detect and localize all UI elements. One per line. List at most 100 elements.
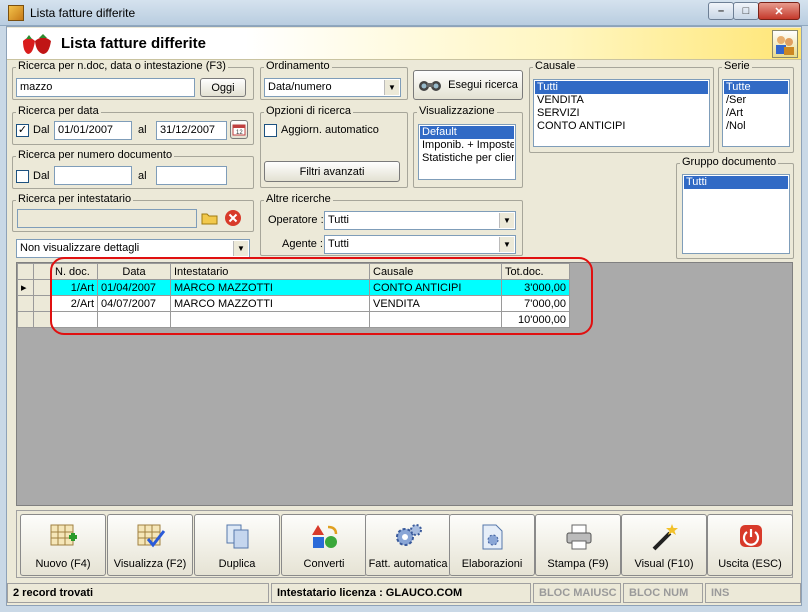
title-bar[interactable]: Lista fatture differite – □ ✕ xyxy=(0,0,808,26)
new-button[interactable]: Nuovo (F4) xyxy=(20,514,106,576)
number-to-label: al xyxy=(138,170,147,182)
status-bar: 2 record trovati Intestatario licenza : … xyxy=(7,583,801,603)
cell-tot: 3'000,00 xyxy=(501,279,570,296)
visual-button[interactable]: Visual (F10) xyxy=(621,514,707,576)
causale-list[interactable]: Tutti VENDITA SERVIZI CONTO ANTICIPI xyxy=(533,79,710,147)
row-header xyxy=(17,295,34,312)
col-intestatario[interactable]: Intestatario xyxy=(170,263,370,280)
other-searches-label: Altre ricerche xyxy=(264,193,333,205)
col-ndoc[interactable]: N. doc. xyxy=(51,263,98,280)
date-from-label: Dal xyxy=(33,124,50,136)
serie-label: Serie xyxy=(722,60,752,72)
col-causale[interactable]: Causale xyxy=(369,263,502,280)
new-button-label: Nuovo (F4) xyxy=(35,558,91,570)
auto-invoice-button[interactable]: Fatt. automatica xyxy=(365,514,451,576)
search-input[interactable]: mazzo xyxy=(16,78,195,97)
search-number-label: Ricerca per numero documento xyxy=(16,149,175,161)
print-button-label: Stampa (F9) xyxy=(547,558,609,570)
auto-update-checkbox[interactable] xyxy=(264,124,277,137)
date-filter-checkbox[interactable]: ✓ xyxy=(16,124,29,137)
number-from-label: Dal xyxy=(33,170,50,182)
convert-icon xyxy=(312,525,338,548)
cell-empty xyxy=(97,311,171,328)
auto-invoice-button-label: Fatt. automatica xyxy=(368,558,448,570)
serie-item-art[interactable]: /Art xyxy=(724,107,788,120)
calendar-button[interactable]: 12 xyxy=(230,120,248,139)
exit-button-label: Uscita (ESC) xyxy=(718,558,782,570)
window-title: Lista fatture differite xyxy=(30,6,136,20)
indicator-header xyxy=(33,263,52,280)
cell-data: 04/07/2007 xyxy=(97,295,171,312)
today-button[interactable]: Oggi xyxy=(200,78,246,97)
power-icon xyxy=(740,525,762,547)
printer-icon xyxy=(566,524,592,550)
print-button[interactable]: Stampa (F9) xyxy=(535,514,621,576)
causale-item-conto-anticipi[interactable]: CONTO ANTICIPI xyxy=(535,120,708,133)
doc-group-label: Gruppo documento xyxy=(680,156,779,168)
processing-button-label: Elaborazioni xyxy=(461,558,523,570)
operator-combo[interactable]: Tutti ▼ xyxy=(324,211,516,230)
strawberry-logo-icon xyxy=(23,34,51,54)
holder-input[interactable] xyxy=(17,209,197,228)
record-count: 2 record trovati xyxy=(7,583,269,603)
col-data[interactable]: Data xyxy=(97,263,171,280)
col-tot[interactable]: Tot.doc. xyxy=(501,263,570,280)
causale-label: Causale xyxy=(533,60,578,72)
table-row[interactable]: ▸ 1/Art 01/04/2007 MARCO MAZZOTTI CONTO … xyxy=(17,279,570,296)
date-to-input[interactable]: 31/12/2007 xyxy=(156,121,227,140)
doc-group-item-all[interactable]: Tutti xyxy=(684,176,788,189)
close-button[interactable]: ✕ xyxy=(758,2,800,20)
view-item-taxes[interactable]: Imponib. + Imposte xyxy=(420,139,514,152)
causale-item-servizi[interactable]: SERVIZI xyxy=(535,107,708,120)
serie-item-nol[interactable]: /Nol xyxy=(724,120,788,133)
cell-causale: VENDITA xyxy=(369,295,502,312)
serie-list[interactable]: Tutte /Ser /Art /Nol xyxy=(722,79,790,147)
search-date-label: Ricerca per data xyxy=(16,105,101,117)
view-item-statistics[interactable]: Statistiche per clien xyxy=(420,152,514,165)
folder-icon[interactable] xyxy=(201,209,219,227)
clear-holder-icon[interactable] xyxy=(224,209,242,227)
date-from-input[interactable]: 01/01/2007 xyxy=(54,121,132,140)
exit-button[interactable]: Uscita (ESC) xyxy=(707,514,793,576)
details-combo[interactable]: Non visualizzare dettagli ▼ xyxy=(16,239,250,258)
cell-ndoc: 2/Art xyxy=(51,295,98,312)
ordering-combo[interactable]: Data/numero ▼ xyxy=(264,78,401,97)
cell-total: 10'000,00 xyxy=(501,311,570,328)
table-row[interactable]: 2/Art 04/07/2007 MARCO MAZZOTTI VENDITA … xyxy=(17,295,570,312)
maximize-button[interactable]: □ xyxy=(733,2,759,20)
bottom-toolbar: Nuovo (F4) Visualizza (F2) Duplica Conve… xyxy=(16,510,793,578)
page-title: Lista fatture differite xyxy=(61,35,207,52)
causale-item-vendita[interactable]: VENDITA xyxy=(535,94,708,107)
duplicate-button[interactable]: Duplica xyxy=(194,514,280,576)
operator-label: Operatore : xyxy=(268,214,324,226)
auto-update-label: Aggiorn. automatico xyxy=(281,124,379,136)
view-list[interactable]: Default Imponib. + Imposte Statistiche p… xyxy=(418,124,516,180)
magic-wand-icon xyxy=(652,524,678,551)
view-item-default[interactable]: Default xyxy=(420,126,514,139)
cell-intestatario: MARCO MAZZOTTI xyxy=(170,295,370,312)
table-header-row: N. doc. Data Intestatario Causale Tot.do… xyxy=(17,263,570,280)
row-indicator xyxy=(33,279,52,296)
minimize-button[interactable]: – xyxy=(708,2,734,20)
execute-search-label: Esegui ricerca xyxy=(448,79,518,91)
serie-item-all[interactable]: Tutte xyxy=(724,81,788,94)
number-from-input[interactable] xyxy=(54,166,132,185)
users-icon xyxy=(772,30,798,58)
view-grid-icon xyxy=(137,524,166,548)
advanced-filters-button[interactable]: Filtri avanzati xyxy=(264,161,400,182)
row-indicator xyxy=(33,311,52,328)
new-grid-icon xyxy=(50,524,77,546)
results-grid[interactable]: N. doc. Data Intestatario Causale Tot.do… xyxy=(16,262,793,506)
agent-combo[interactable]: Tutti ▼ xyxy=(324,235,516,254)
doc-group-list[interactable]: Tutti xyxy=(682,174,790,254)
causale-item-all[interactable]: Tutti xyxy=(535,81,708,94)
number-to-input[interactable] xyxy=(156,166,227,185)
calendar-icon: 12 xyxy=(232,124,246,136)
number-filter-checkbox[interactable] xyxy=(16,170,29,183)
processing-button[interactable]: Elaborazioni xyxy=(449,514,535,576)
execute-search-button[interactable]: Esegui ricerca xyxy=(413,70,523,100)
serie-item-ser[interactable]: /Ser xyxy=(724,94,788,107)
ordering-combo-value: Data/numero xyxy=(268,81,332,93)
view-button[interactable]: Visualizza (F2) xyxy=(107,514,193,576)
convert-button[interactable]: Converti xyxy=(281,514,367,576)
